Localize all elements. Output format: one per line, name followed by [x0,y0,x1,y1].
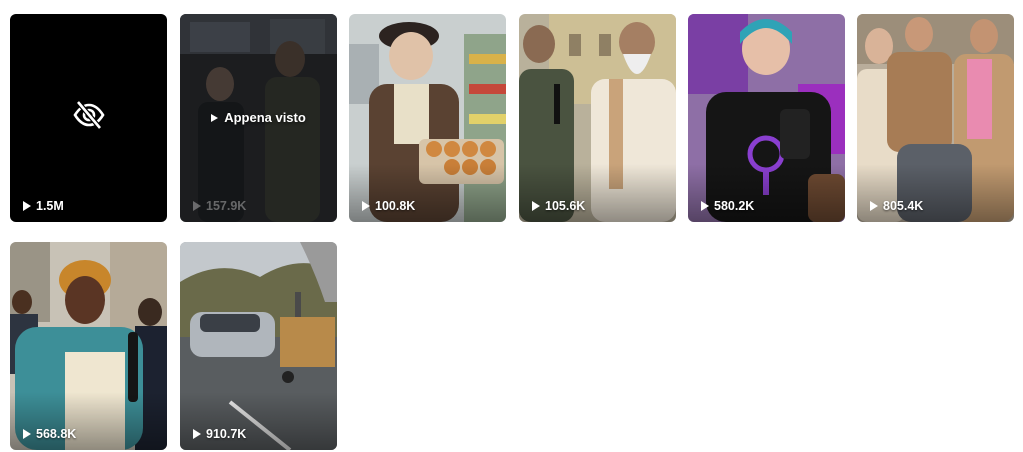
view-count: 100.8K [362,199,415,213]
eye-slash-icon [73,100,105,130]
play-icon [193,201,201,211]
just-watched-text: Appena visto [224,110,306,125]
video-tile-6[interactable]: 805.4K [857,14,1014,222]
view-count: 568.8K [23,427,76,441]
view-count-label: 910.7K [206,427,247,441]
view-count-label: 568.8K [36,427,77,441]
view-count-label: 805.4K [883,199,924,213]
play-icon [870,201,878,211]
video-tile-1[interactable]: 1.5M [10,14,167,222]
play-icon [362,201,370,211]
video-thumbnail [519,14,676,222]
video-thumbnail [180,242,337,450]
play-icon [532,201,540,211]
view-count: 580.2K [701,199,754,213]
play-icon [193,429,201,439]
play-icon [701,201,709,211]
play-icon [23,429,31,439]
view-count-label: 580.2K [714,199,755,213]
view-count-label: 100.8K [375,199,416,213]
video-tile-4[interactable]: 105.6K [519,14,676,222]
play-icon [23,201,31,211]
view-count: 910.7K [193,427,246,441]
view-count-label: 105.6K [545,199,586,213]
view-count: 805.4K [870,199,923,213]
view-count: 105.6K [532,199,585,213]
video-thumbnail [857,14,1014,222]
view-count: 157.9K [193,199,246,213]
video-tile-7[interactable]: 568.8K [10,242,167,450]
video-thumbnail [349,14,506,222]
just-watched-label: Appena visto [180,110,337,125]
video-tile-2[interactable]: Appena visto 157.9K [180,14,337,222]
view-count-label: 1.5M [36,199,64,213]
video-grid: 1.5M Appena visto 157.9K 100.8K 105.6K 5… [10,14,1014,450]
view-count-label: 157.9K [206,199,247,213]
view-count: 1.5M [23,199,64,213]
video-tile-5[interactable]: 580.2K [688,14,845,222]
video-tile-8[interactable]: 910.7K [180,242,337,450]
video-thumbnail [10,242,167,450]
play-icon [211,113,219,122]
video-thumbnail [688,14,845,222]
video-tile-3[interactable]: 100.8K [349,14,506,222]
